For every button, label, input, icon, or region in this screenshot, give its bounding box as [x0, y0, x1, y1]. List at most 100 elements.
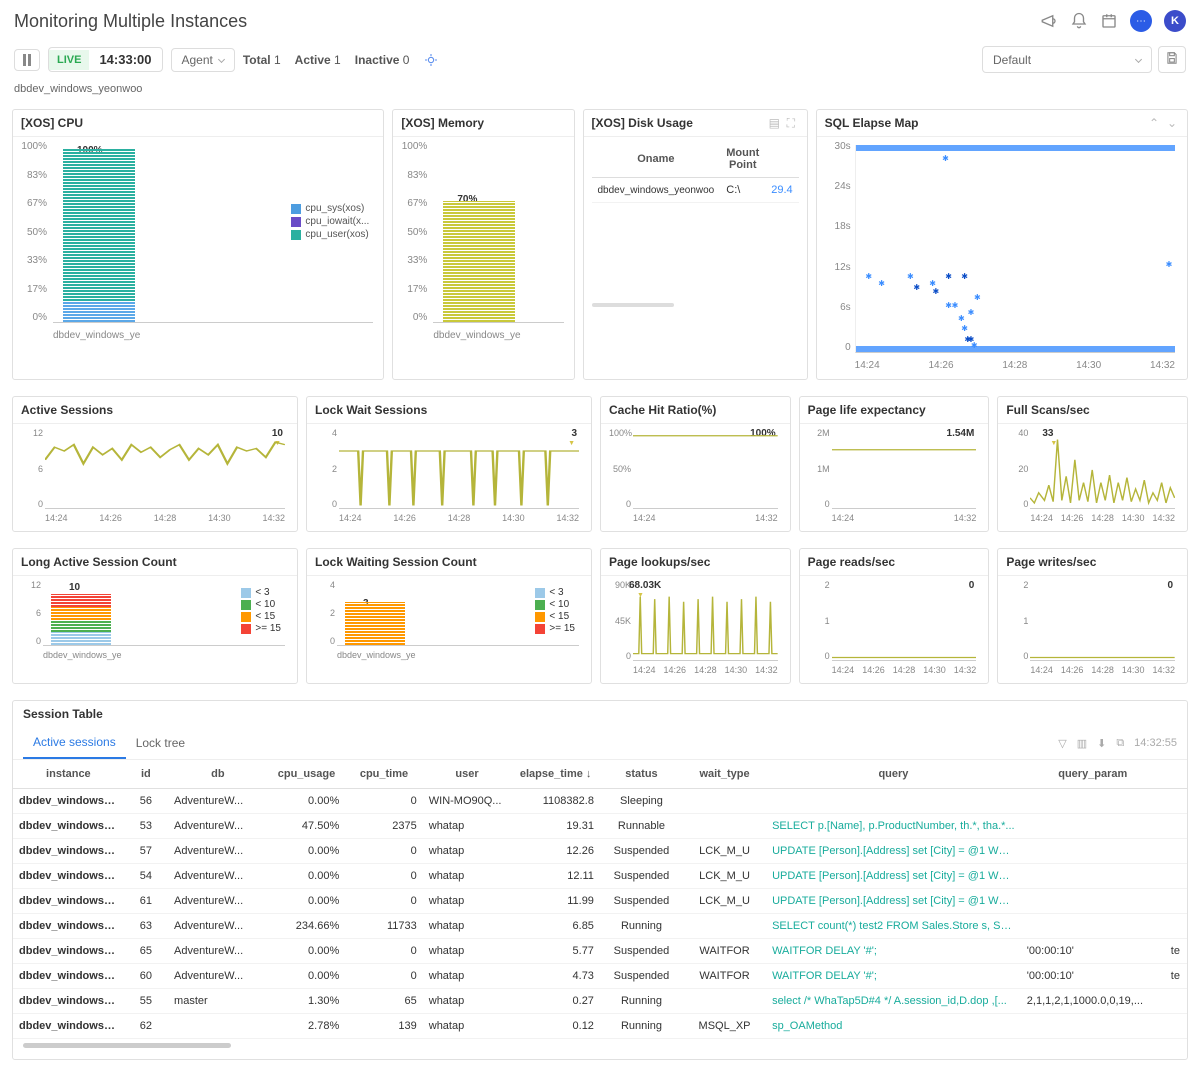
col-instance[interactable]: instance [13, 760, 124, 789]
bell-icon[interactable] [1070, 12, 1088, 30]
cell-instance: dbdev_windows_yeo [13, 864, 124, 889]
cell-cpu_usage: 0.00% [268, 839, 346, 864]
download-icon[interactable]: ⬇ [1097, 737, 1106, 750]
table-row[interactable]: dbdev_windows_yeo622.78%139whatap0.12Run… [13, 1014, 1187, 1039]
col-user[interactable]: user [423, 760, 512, 789]
agent-select[interactable]: Agent [171, 48, 235, 72]
lock-count-legend: < 3 < 10 < 15 >= 15 [535, 586, 575, 635]
cell-cpu_usage: 47.50% [268, 814, 346, 839]
cell-status: Sleeping [600, 789, 683, 814]
cell-extra [1165, 1014, 1187, 1039]
cell-wait [683, 789, 766, 814]
cell-cpu_usage: 234.66% [268, 914, 346, 939]
col-db[interactable]: db [168, 760, 268, 789]
cell-status: Running [600, 914, 683, 939]
time-range[interactable]: LIVE 14:33:00 [48, 47, 163, 72]
live-badge: LIVE [49, 50, 89, 70]
current-time: 14:33:00 [89, 48, 161, 71]
page-reads-title: Page reads/sec [800, 549, 989, 576]
table-row[interactable]: dbdev_windows_yeonwooC:\29.4 [592, 178, 799, 203]
col-query-param[interactable]: query_param [1021, 760, 1165, 789]
cell-user: whatap [423, 889, 512, 914]
cell-query [766, 789, 1021, 814]
cell-query[interactable]: WAITFOR DELAY '#'; [766, 939, 1021, 964]
cell-query[interactable]: SELECT p.[Name], p.ProductNumber, th.*, … [766, 814, 1021, 839]
cell-user: whatap [423, 939, 512, 964]
long-active-xlabel: dbdev_windows_ye [43, 650, 122, 660]
cell-status: Suspended [600, 864, 683, 889]
expand-icon[interactable]: ⛶ [787, 116, 801, 130]
image-icon[interactable]: ▤ [769, 116, 783, 130]
long-active-value: 10 [69, 582, 80, 593]
tab-active-sessions[interactable]: Active sessions [23, 727, 126, 759]
table-row[interactable]: dbdev_windows_yeo65AdventureW...0.00%0wh… [13, 939, 1187, 964]
target-icon[interactable] [423, 52, 439, 68]
table-row[interactable]: dbdev_windows_yeo53AdventureW...47.50%23… [13, 814, 1187, 839]
save-preset-button[interactable] [1158, 46, 1186, 73]
cell-query[interactable]: UPDATE [Person].[Address] set [City] = @… [766, 839, 1021, 864]
col-wait-type[interactable]: wait_type [683, 760, 766, 789]
expand-panel-icon[interactable]: ⌄ [1167, 116, 1181, 130]
cell-extra [1165, 989, 1187, 1014]
table-row[interactable]: dbdev_windows_yeo61AdventureW...0.00%0wh… [13, 889, 1187, 914]
cell-cpu_usage: 0.00% [268, 939, 346, 964]
hscroll-thumb[interactable] [592, 303, 675, 307]
cell-cpu_time: 0 [345, 789, 423, 814]
cell-user: whatap [423, 914, 512, 939]
collapse-icon[interactable]: ⌃ [1149, 116, 1163, 130]
pause-button[interactable] [14, 49, 40, 71]
table-row[interactable]: dbdev_windows_yeo60AdventureW...0.00%0wh… [13, 964, 1187, 989]
announce-icon[interactable] [1040, 12, 1058, 30]
col-cpu-usage[interactable]: cpu_usage [268, 760, 346, 789]
preset-select[interactable]: Default [982, 46, 1152, 73]
table-row[interactable]: dbdev_windows_yeo63AdventureW...234.66%1… [13, 914, 1187, 939]
session-table-title: Session Table [13, 701, 1187, 727]
cell-cpu_usage: 2.78% [268, 1014, 346, 1039]
full-scans-title: Full Scans/sec [998, 397, 1187, 424]
cell-id: 61 [124, 889, 168, 914]
cell-user: whatap [423, 989, 512, 1014]
cell-query[interactable]: SELECT count(*) test2 FROM Sales.Store s… [766, 914, 1021, 939]
cell-query[interactable]: select /* WhaTap5D#4 */ A.session_id,D.d… [766, 989, 1021, 1014]
cell-query[interactable]: UPDATE [Person].[Address] set [City] = @… [766, 889, 1021, 914]
cell-db: AdventureW... [168, 839, 268, 864]
agent-stats: Total 1 Active 1 Inactive 0 [243, 52, 440, 68]
cell-wait: LCK_M_U [683, 864, 766, 889]
elapse-plot[interactable] [855, 145, 1175, 353]
long-active-legend: < 3 < 10 < 15 >= 15 [241, 586, 281, 635]
avatar[interactable]: K [1164, 10, 1186, 32]
table-row[interactable]: dbdev_windows_yeo54AdventureW...0.00%0wh… [13, 864, 1187, 889]
table-row[interactable]: dbdev_windows_yeo57AdventureW...0.00%0wh… [13, 839, 1187, 864]
col-cpu-time[interactable]: cpu_time [345, 760, 423, 789]
cell-id: 57 [124, 839, 168, 864]
col-elapse-time--[interactable]: elapse_time ↓ [511, 760, 600, 789]
cpu-yaxis: 100%83%67%50%33%17%0% [21, 141, 51, 323]
col-id[interactable]: id [124, 760, 168, 789]
cell-query[interactable]: sp_OAMethod [766, 1014, 1021, 1039]
columns-icon[interactable]: ▥ [1077, 737, 1087, 750]
page-life-title: Page life expectancy [800, 397, 989, 424]
chevron-down-icon [1135, 56, 1142, 63]
cell-param [1021, 839, 1165, 864]
filter-icon[interactable]: ▽ [1058, 737, 1066, 750]
cell-elapse: 4.73 [511, 964, 600, 989]
cell-elapse: 12.11 [511, 864, 600, 889]
cell-instance: dbdev_windows_yeo [13, 1014, 124, 1039]
col-query[interactable]: query [766, 760, 1021, 789]
cell-user: whatap [423, 814, 512, 839]
tab-lock-tree[interactable]: Lock tree [126, 728, 195, 758]
popout-icon[interactable]: ⧉ [1116, 737, 1124, 750]
cell-query[interactable]: WAITFOR DELAY '#'; [766, 964, 1021, 989]
calendar-icon[interactable] [1100, 12, 1118, 30]
disk-table: OnameMount Point dbdev_windows_yeonwooC:… [592, 141, 799, 203]
table-row[interactable]: dbdev_windows_yeo55master1.30%65whatap0.… [13, 989, 1187, 1014]
col-status[interactable]: status [600, 760, 683, 789]
cell-query[interactable]: UPDATE [Person].[Address] set [City] = @… [766, 864, 1021, 889]
table-row[interactable]: dbdev_windows_yeo56AdventureW...0.00%0WI… [13, 789, 1187, 814]
chat-icon[interactable]: ⋯ [1130, 10, 1152, 32]
cell-param [1021, 914, 1165, 939]
cell-cpu_time: 0 [345, 839, 423, 864]
hscroll[interactable] [23, 1043, 1177, 1051]
cell-cpu_time: 2375 [345, 814, 423, 839]
lock-count-title: Lock Waiting Session Count [307, 549, 591, 576]
